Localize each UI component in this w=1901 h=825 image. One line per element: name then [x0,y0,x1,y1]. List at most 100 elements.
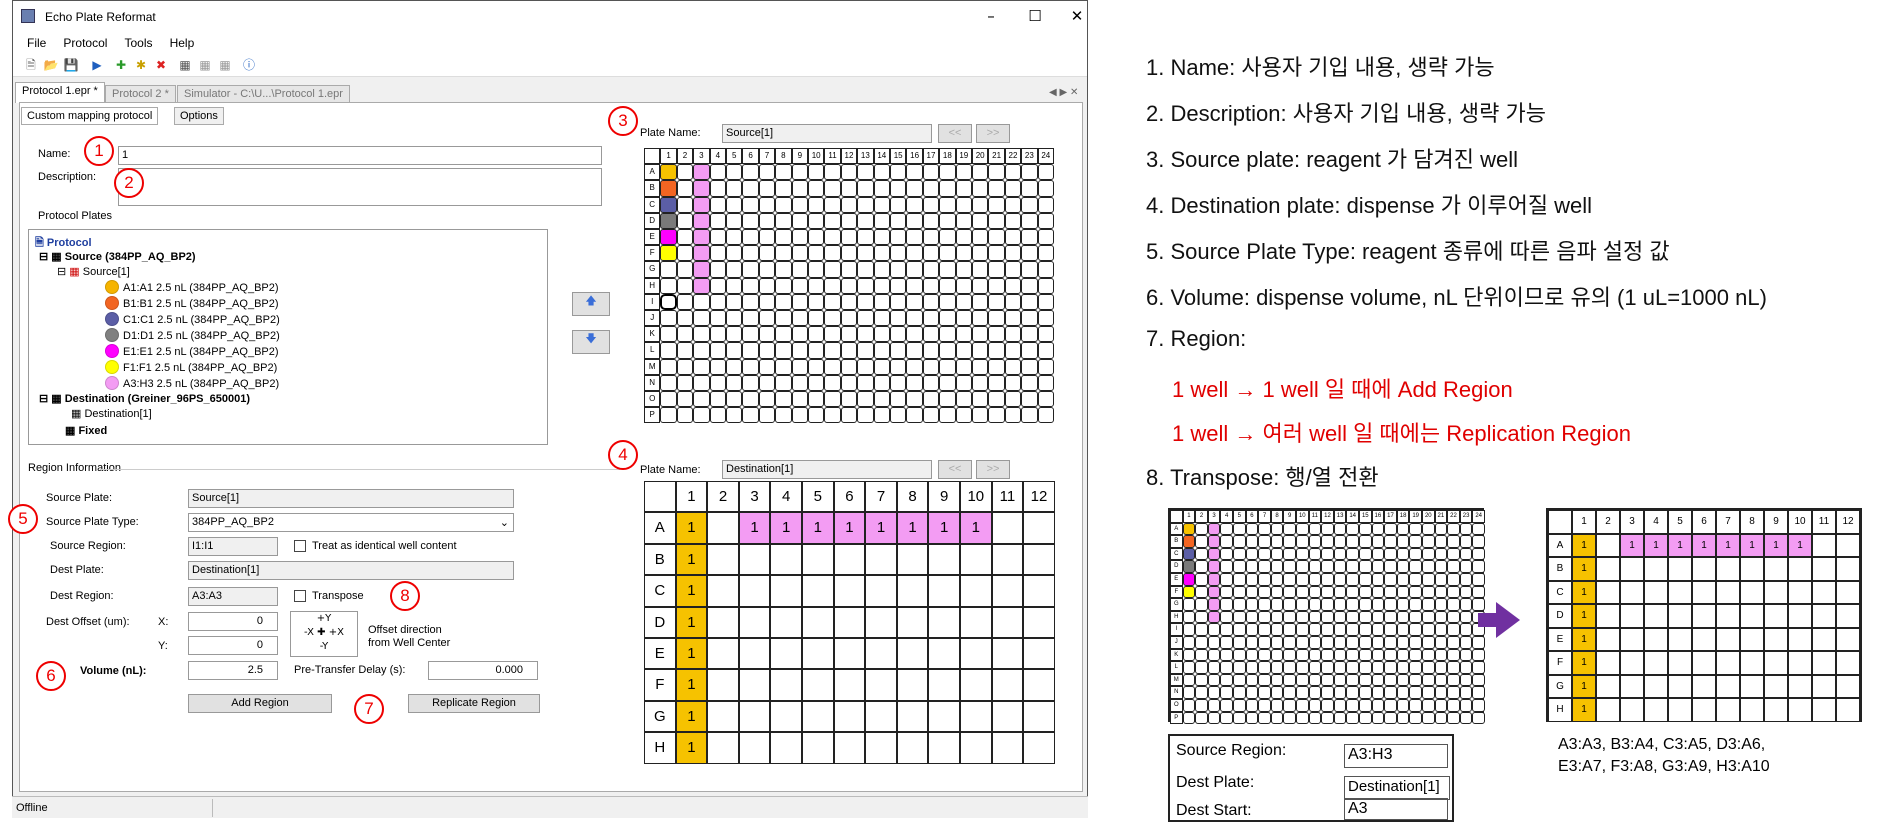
prev-plate-button[interactable]: << [938,124,972,143]
well [1644,651,1668,675]
well [840,310,858,327]
well [660,277,677,294]
maximize-icon[interactable]: ☐ [1015,5,1055,27]
replicate-region-button[interactable]: Replicate Region [408,694,540,713]
well [890,342,907,359]
tab-protocol-1[interactable]: Protocol 1.epr * [15,82,105,103]
y-offset-input[interactable]: 0 [188,636,278,655]
identical-checkbox[interactable] [294,540,306,552]
well [742,342,759,359]
well [1321,560,1334,573]
tree-fixed[interactable]: ▦ Fixed [65,424,107,437]
menu-help[interactable]: Help [170,36,195,50]
minimize-icon[interactable]: – [971,5,1011,27]
row-header: M [644,358,661,375]
source-region-field[interactable]: I1:I1 [188,537,278,556]
well [1021,196,1038,213]
well [660,407,677,424]
grid-icon[interactable]: ▦ [177,57,193,73]
source-plate-grid[interactable]: 1 2 3 4 5 6 7 8 9 10 11 12 13 14 15 16 17 18 19 20 21 22 23 24 A… [644,148,1056,424]
next-plate-button[interactable]: >> [976,124,1010,143]
well [1359,560,1372,573]
name-input[interactable]: 1 [118,146,602,165]
well [1333,636,1347,649]
tab-simulator[interactable]: Simulator - C:\U...\Protocol 1.epr [177,85,350,103]
run-icon[interactable]: ▶ [89,57,105,73]
dest-prev-plate-button[interactable]: << [938,460,972,479]
tree-source-1[interactable]: ⊟ ▦ Source[1] [57,265,130,278]
grid2-icon[interactable]: ▦ [197,57,213,73]
well [1258,547,1271,561]
tree-well-1[interactable]: B1:B1 2.5 nL (384PP_AQ_BP2) [105,296,279,310]
tree-well-2[interactable]: C1:C1 2.5 nL (384PP_AQ_BP2) [105,312,280,326]
add-region-button[interactable]: Add Region [188,694,332,713]
tab-custom-mapping[interactable]: Custom mapping protocol [21,107,159,125]
tree-well-5[interactable]: F1:F1 2.5 nL (384PP_AQ_BP2) [105,360,277,374]
well [890,229,907,246]
ex-dest-start-value: A3 [1344,798,1448,820]
menu-protocol[interactable]: Protocol [63,36,107,50]
well [1371,636,1385,649]
move-up-button[interactable]: 🡅 [572,292,610,316]
menu-file[interactable]: File [27,36,46,50]
well [1472,585,1485,599]
well [676,358,694,375]
delay-input[interactable]: 0.000 [428,661,538,680]
well [1270,699,1284,712]
plate-corner [644,481,676,513]
well [707,638,739,670]
tree-destination[interactable]: ⊟ ▦ Destination (Greiner_96PS_650001) [39,392,250,405]
dest-next-plate-button[interactable]: >> [976,460,1010,479]
grid3-icon[interactable]: ▦ [217,57,233,73]
close-icon[interactable]: ✕ [1057,5,1097,27]
well [955,164,972,181]
well [939,407,956,424]
well [873,342,890,359]
well [707,543,739,576]
x-offset-input[interactable]: 0 [188,612,278,631]
tree-well-4[interactable]: E1:E1 2.5 nL (384PP_AQ_BP2) [105,344,279,358]
menu-tools[interactable]: Tools [125,36,153,50]
source-type-select[interactable]: 384PP_AQ_BP2 ⌄ [188,513,514,532]
tree-well-6[interactable]: A3:H3 2.5 nL (384PP_AQ_BP2) [105,376,279,390]
add-icon[interactable]: ✚ [113,57,129,73]
row-header: L [644,342,661,359]
well [1195,585,1208,599]
well [955,358,972,375]
protocol-tree[interactable]: 🗎 Protocol ⊟ ▦ Source (384PP_AQ_BP2) ⊟ ▦… [28,229,548,445]
tab-protocol-2[interactable]: Protocol 2 * [105,85,176,103]
well [1346,598,1359,611]
well [1716,674,1740,698]
dest-region-field[interactable]: A3:A3 [188,587,278,606]
tab-scroll-icon[interactable]: ◀ ▶ ✕ [1049,87,1078,98]
volume-input[interactable]: 2.5 [188,661,278,680]
well [1459,522,1473,536]
well [1409,598,1422,611]
tree-destination-1[interactable]: ▦ Destination[1] [71,407,152,420]
well [1333,623,1347,636]
tree-well-3[interactable]: D1:D1 2.5 nL (384PP_AQ_BP2) [105,328,280,342]
col-header: 1 [1572,510,1596,534]
well [1668,580,1692,604]
well [726,310,743,327]
transpose-checkbox[interactable] [294,590,306,602]
description-input[interactable] [118,168,602,206]
arrow-shaft [1478,613,1498,627]
new-file-icon[interactable]: 🗎 [23,57,39,73]
destination-plate-grid[interactable]: 1 2 3 4 5 6 7 8 9 10 11 12 A 1 1 1 1 1 1 1 1 1 B 1 C 1 D 1 E 1 F 1 G 1 H 1 [644,481,1056,764]
note-3: 3. Source plate: reagent 가 담겨진 well [1146,147,1519,172]
delete-icon[interactable]: ✖ [153,57,169,73]
open-folder-icon[interactable]: 📂 [43,57,59,73]
star-icon[interactable]: ✱ [133,57,149,73]
col-header: 12 [1321,510,1334,523]
tab-options[interactable]: Options [174,107,224,125]
tree-source[interactable]: ⊟ ▦ Source (384PP_AQ_BP2) [39,250,196,263]
help-icon[interactable]: ⓘ [241,57,257,73]
move-down-button[interactable]: 🡇 [572,330,610,354]
well [1037,277,1054,294]
well [1021,374,1038,391]
save-icon[interactable]: 💾 [63,57,79,73]
well [1371,585,1385,599]
well: 1 [738,512,771,544]
tree-well-0[interactable]: A1:A1 2.5 nL (384PP_AQ_BP2) [105,280,279,294]
